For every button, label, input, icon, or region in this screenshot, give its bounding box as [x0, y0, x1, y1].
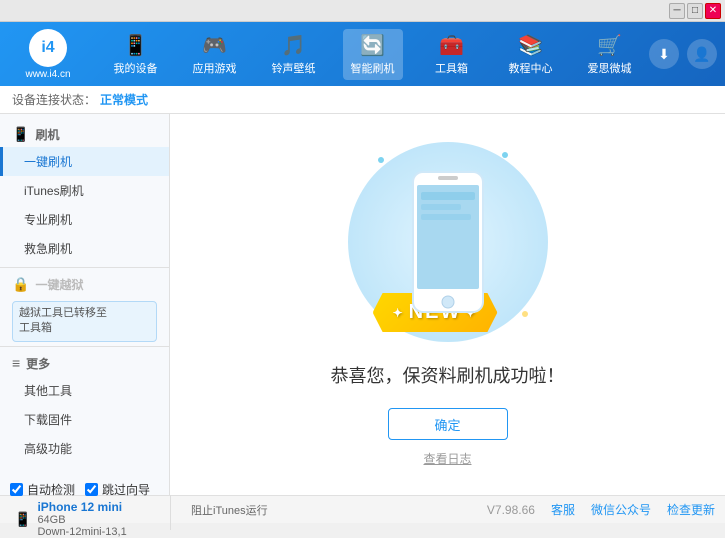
bottom-right: V7.98.66 客服 微信公众号 检查更新 [487, 501, 715, 518]
nav-weidian-icon: 🛒 [597, 33, 622, 58]
nav-toolbox-icon: 🧰 [439, 33, 464, 58]
minimize-button[interactable]: ─ [669, 3, 685, 19]
jailbreak-section-icon: 🔒 [12, 276, 29, 293]
sidebar-item-one-key-flash[interactable]: 一键刷机 [0, 147, 169, 176]
auto-detect-label: 自动检测 [27, 481, 75, 498]
sidebar-item-save-flash[interactable]: 救急刷机 [0, 234, 169, 263]
skip-wizard-checkbox[interactable]: 跳过向导 [85, 481, 150, 498]
device-model: Down-12mini-13,1 [37, 526, 126, 538]
nav-app-game[interactable]: 🎮 应用游戏 [185, 29, 245, 80]
success-text: 恭喜您，保资料刷机成功啦！ [331, 362, 565, 388]
sidebar-item-other-tools[interactable]: 其他工具 [0, 376, 169, 405]
itunes-stop[interactable]: 阻止iTunes运行 [191, 502, 268, 518]
sidebar-item-advanced[interactable]: 高级功能 [0, 434, 169, 463]
auto-detect-input[interactable] [10, 483, 23, 496]
bottom-bar: 自动检测 跳过向导 📱 iPhone 12 mini 64GB Down-12m… [0, 495, 725, 523]
content-area: ✦ NEW ✦ 恭喜您，保资料刷机成功啦！ 确定 查看日志 [170, 114, 725, 495]
device-capacity: 64GB [37, 514, 126, 526]
sidebar-section-flash: 📱 刷机 [0, 122, 169, 147]
close-button[interactable]: ✕ [705, 3, 721, 19]
nav-tutorial-icon: 📚 [518, 33, 543, 58]
device-icon: 📱 [14, 511, 31, 528]
divider [170, 490, 171, 530]
service-link[interactable]: 客服 [551, 501, 575, 518]
title-bar: ─ □ ✕ [0, 0, 725, 22]
nav-my-device-icon: 📱 [123, 33, 148, 58]
sidebar-item-pro-flash[interactable]: 专业刷机 [0, 205, 169, 234]
wechat-link[interactable]: 微信公众号 [591, 501, 651, 518]
sparkle-3 [522, 311, 528, 317]
nav-right: ⬇ 👤 [649, 39, 717, 69]
sidebar-item-itunes-flash[interactable]: iTunes刷机 [0, 176, 169, 205]
nav-app-game-label: 应用游戏 [193, 60, 237, 76]
device-info: 📱 iPhone 12 mini 64GB Down-12mini-13,1 [14, 500, 150, 538]
logo: i4 www.i4.cn [8, 29, 88, 80]
sidebar-divider-1 [0, 267, 169, 268]
phone-svg [403, 167, 493, 317]
sparkle-1 [378, 157, 384, 163]
device-name: iPhone 12 mini [37, 500, 126, 514]
sidebar: 📱 刷机 一键刷机 iTunes刷机 专业刷机 救急刷机 🔒 一键越狱 越狱工具… [0, 114, 170, 495]
logo-text: www.i4.cn [25, 69, 70, 80]
nav-toolbox[interactable]: 🧰 工具箱 [422, 29, 482, 80]
nav-tutorial[interactable]: 📚 教程中心 [501, 29, 561, 80]
log-link[interactable]: 查看日志 [423, 450, 471, 467]
nav-smart-flash[interactable]: 🔄 智能刷机 [343, 29, 403, 80]
nav-app-game-icon: 🎮 [202, 33, 227, 58]
auto-detect-checkbox[interactable]: 自动检测 [10, 481, 75, 498]
nav-ringtone-icon: 🎵 [281, 33, 306, 58]
more-section-title: 更多 [26, 355, 50, 372]
nav-items: 📱 我的设备 🎮 应用游戏 🎵 铃声壁纸 🔄 智能刷机 🧰 工具箱 📚 教程中心… [96, 29, 649, 80]
header: i4 www.i4.cn 📱 我的设备 🎮 应用游戏 🎵 铃声壁纸 🔄 智能刷机… [0, 22, 725, 86]
sidebar-section-jailbreak: 🔒 一键越狱 [0, 272, 169, 297]
maximize-button[interactable]: □ [687, 3, 703, 19]
main-layout: 📱 刷机 一键刷机 iTunes刷机 专业刷机 救急刷机 🔒 一键越狱 越狱工具… [0, 114, 725, 495]
jailbreak-notice: 越狱工具已转移至工具箱 [12, 301, 157, 342]
nav-my-device[interactable]: 📱 我的设备 [106, 29, 166, 80]
sidebar-item-download-firmware[interactable]: 下载固件 [0, 405, 169, 434]
sparkle-2 [502, 152, 508, 158]
sidebar-divider-2 [0, 346, 169, 347]
nav-weidian[interactable]: 🛒 爱思微城 [580, 29, 640, 80]
download-button[interactable]: ⬇ [649, 39, 679, 69]
logo-icon: i4 [29, 29, 67, 67]
flash-section-icon: 📱 [12, 126, 29, 143]
nav-ringtone-label: 铃声壁纸 [272, 60, 316, 76]
check-update-link[interactable]: 检查更新 [667, 501, 715, 518]
nav-my-device-label: 我的设备 [114, 60, 158, 76]
jailbreak-section-title: 一键越狱 [35, 276, 83, 293]
confirm-button[interactable]: 确定 [388, 408, 508, 440]
checkboxes-row: 自动检测 跳过向导 [10, 481, 150, 498]
user-button[interactable]: 👤 [687, 39, 717, 69]
nav-tutorial-label: 教程中心 [509, 60, 553, 76]
status-value: 正常模式 [100, 91, 148, 108]
phone-illustration: ✦ NEW ✦ [348, 142, 548, 342]
device-details-block: iPhone 12 mini 64GB Down-12mini-13,1 [37, 500, 126, 538]
nav-smart-flash-label: 智能刷机 [351, 60, 395, 76]
nav-toolbox-label: 工具箱 [435, 60, 468, 76]
nav-ringtone[interactable]: 🎵 铃声壁纸 [264, 29, 324, 80]
sidebar-section-more: ≡ 更多 [0, 351, 169, 376]
nav-smart-flash-icon: 🔄 [360, 33, 385, 58]
more-section-icon: ≡ [12, 355, 20, 371]
status-bar: 设备连接状态： 正常模式 [0, 86, 725, 114]
version-text: V7.98.66 [487, 503, 535, 517]
skip-wizard-input[interactable] [85, 483, 98, 496]
skip-wizard-label: 跳过向导 [102, 481, 150, 498]
status-label: 设备连接状态： [12, 91, 96, 108]
flash-section-title: 刷机 [35, 126, 59, 143]
nav-weidian-label: 爱思微城 [588, 60, 632, 76]
